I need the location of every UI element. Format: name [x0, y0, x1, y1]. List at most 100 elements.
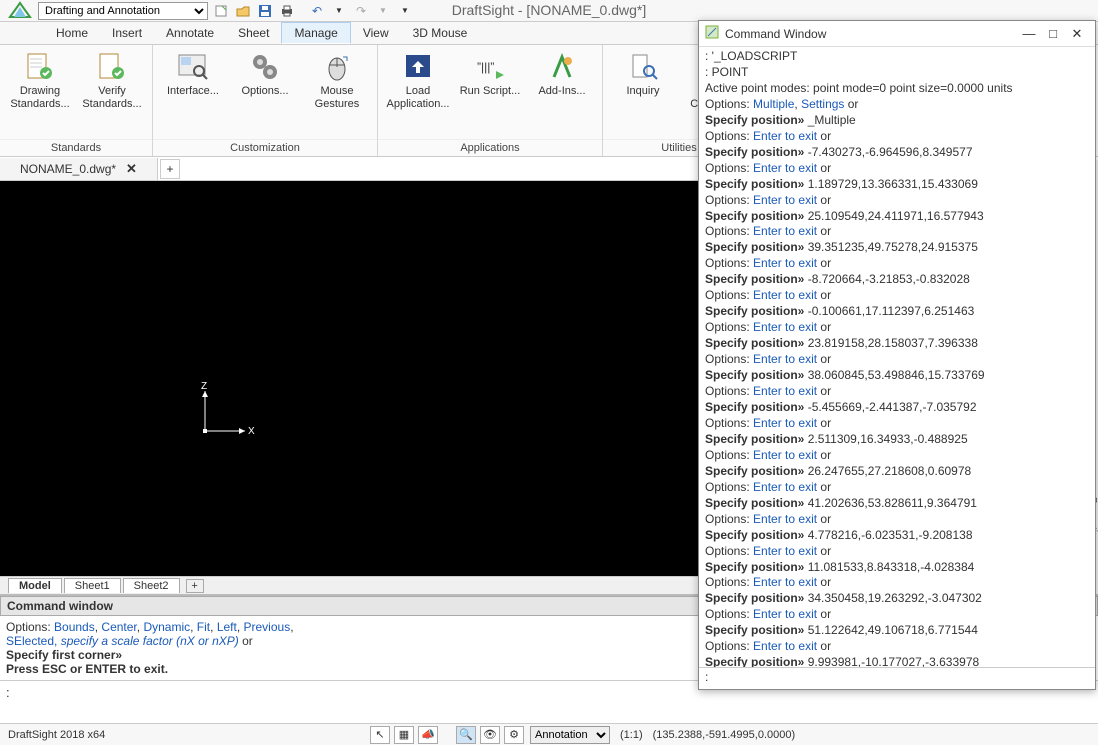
interface-icon: [177, 51, 209, 83]
opt-fit[interactable]: Fit: [197, 620, 210, 634]
undo-dropdown-icon[interactable]: ▼: [330, 2, 348, 20]
undo-icon[interactable]: ↶: [308, 2, 326, 20]
opt-enter-exit[interactable]: Enter to exit: [753, 161, 817, 175]
mouse-gestures-button[interactable]: Mouse Gestures: [303, 49, 371, 139]
opt-dynamic[interactable]: Dynamic: [143, 620, 190, 634]
redo-dropdown-icon[interactable]: ▼: [374, 2, 392, 20]
sb-annoauto-icon[interactable]: ⚙: [504, 726, 524, 744]
run-script-icon: ”|||”: [474, 51, 506, 83]
opt-enter-exit[interactable]: Enter to exit: [753, 193, 817, 207]
inquiry-button[interactable]: Inquiry: [609, 49, 677, 139]
opt-settings[interactable]: Settings: [801, 97, 844, 111]
workspace-select[interactable]: Drafting and Annotation: [38, 2, 208, 20]
menu-insert[interactable]: Insert: [100, 23, 154, 43]
minimize-icon[interactable]: —: [1017, 26, 1041, 41]
inquiry-icon: [627, 51, 659, 83]
opt-enter-exit[interactable]: Enter to exit: [753, 480, 817, 494]
opt-enter-exit[interactable]: Enter to exit: [753, 639, 817, 653]
sb-annovisible-icon[interactable]: 👁: [480, 726, 500, 744]
ribbon-group-label: Customization: [153, 139, 377, 156]
opt-enter-exit[interactable]: Enter to exit: [753, 320, 817, 334]
menu-home[interactable]: Home: [44, 23, 100, 43]
doc-tab[interactable]: NONAME_0.dwg* ✕: [0, 158, 158, 180]
cmd-line: Options: Enter to exit or: [705, 480, 1089, 496]
opt-left[interactable]: Left: [217, 620, 237, 634]
sb-announce-icon[interactable]: 📣: [418, 726, 438, 744]
menu-view[interactable]: View: [351, 23, 401, 43]
maximize-icon[interactable]: □: [1041, 26, 1065, 41]
options-button[interactable]: Options...: [231, 49, 299, 139]
add-sheet-button[interactable]: +: [186, 579, 204, 593]
sheet-tab-1[interactable]: Sheet1: [64, 578, 121, 593]
cmd-line: Specify position» 34.350458,19.263292,-3…: [705, 591, 1089, 607]
close-icon[interactable]: ✕: [126, 161, 137, 177]
cmd-line: Specify position» 23.819158,28.158037,7.…: [705, 336, 1089, 352]
opt-enter-exit[interactable]: Enter to exit: [753, 256, 817, 270]
drawing-standards-button[interactable]: Drawing Standards...: [6, 49, 74, 139]
sb-cursor-icon[interactable]: ↖: [370, 726, 390, 744]
sheet-tab-2[interactable]: Sheet2: [123, 578, 180, 593]
redo-icon[interactable]: ↷: [352, 2, 370, 20]
menu-manage[interactable]: Manage: [281, 22, 350, 44]
svg-text:Z: Z: [201, 381, 207, 392]
opt-enter-exit[interactable]: Enter to exit: [753, 607, 817, 621]
cmd-line: Specify position» 25.109549,24.411971,16…: [705, 209, 1089, 225]
svg-text:X: X: [248, 426, 255, 437]
sb-annoscale-icon[interactable]: 🔍: [456, 726, 476, 744]
load-application-button[interactable]: Load Application...: [384, 49, 452, 139]
ribbon-group-label: Standards: [0, 139, 152, 156]
new-icon[interactable]: [212, 2, 230, 20]
close-icon[interactable]: ✕: [1065, 26, 1089, 42]
run-script-button[interactable]: ”|||”Run Script...: [456, 49, 524, 139]
add-tab-button[interactable]: +: [160, 159, 180, 179]
menu-sheet[interactable]: Sheet: [226, 23, 281, 43]
opt-enter-exit[interactable]: Enter to exit: [753, 575, 817, 589]
menu-3dmouse[interactable]: 3D Mouse: [401, 23, 480, 43]
status-scale-select[interactable]: Annotation: [530, 726, 610, 744]
opt-enter-exit[interactable]: Enter to exit: [753, 288, 817, 302]
opt-scale[interactable]: specify a scale factor (nX or nXP): [61, 634, 239, 648]
cmd-line: Options: Enter to exit or: [705, 639, 1089, 655]
cmd-line: : POINT: [705, 65, 1089, 81]
app-title: DraftSight - [NONAME_0.dwg*]: [452, 2, 647, 18]
cmd-text: Options:: [6, 620, 54, 634]
opt-multiple[interactable]: Multiple: [753, 97, 794, 111]
opt-enter-exit[interactable]: Enter to exit: [753, 544, 817, 558]
opt-enter-exit[interactable]: Enter to exit: [753, 352, 817, 366]
cmd-line: Options: Enter to exit or: [705, 288, 1089, 304]
cmd-line: Specify position» 2.511309,16.34933,-0.4…: [705, 432, 1089, 448]
verify-standards-button[interactable]: Verify Standards...: [78, 49, 146, 139]
cmd-line: : '_LOADSCRIPT: [705, 49, 1089, 65]
opt-enter-exit[interactable]: Enter to exit: [753, 512, 817, 526]
floating-command-input[interactable]: :: [699, 667, 1095, 685]
sb-grid-icon[interactable]: ▦: [394, 726, 414, 744]
opt-center[interactable]: Center: [101, 620, 136, 634]
add-ins-button[interactable]: Add-Ins...: [528, 49, 596, 139]
opt-enter-exit[interactable]: Enter to exit: [753, 129, 817, 143]
ribbon-button-label: Inquiry: [626, 85, 659, 98]
opt-enter-exit[interactable]: Enter to exit: [753, 448, 817, 462]
opt-enter-exit[interactable]: Enter to exit: [753, 416, 817, 430]
opt-selected[interactable]: SElected,: [6, 634, 61, 648]
drawing-standards-icon: [24, 51, 56, 83]
opt-bounds[interactable]: Bounds: [54, 620, 95, 634]
cmd-line: Specify position» -8.720664,-3.21853,-0.…: [705, 272, 1089, 288]
ucs-icon: X Z: [195, 386, 255, 449]
cmd-prompt-text: Press ESC or ENTER to exit.: [6, 662, 168, 676]
menu-annotate[interactable]: Annotate: [154, 23, 226, 43]
interface-button[interactable]: Interface...: [159, 49, 227, 139]
opt-previous[interactable]: Previous: [244, 620, 291, 634]
save-icon[interactable]: [256, 2, 274, 20]
status-ratio: (1:1): [620, 729, 643, 741]
statusbar: DraftSight 2018 x64 ↖ ▦ 📣 🔍 👁 ⚙ Annotati…: [0, 723, 1098, 745]
qat-customize-icon[interactable]: ▼: [396, 2, 414, 20]
print-icon[interactable]: [278, 2, 296, 20]
ribbon-button-label: Add-Ins...: [538, 85, 585, 98]
opt-enter-exit[interactable]: Enter to exit: [753, 224, 817, 238]
ribbon-button-label: Options...: [241, 85, 288, 98]
open-icon[interactable]: [234, 2, 252, 20]
sheet-tab-model[interactable]: Model: [8, 578, 62, 593]
status-toggle-buttons: ↖ ▦ 📣 🔍 👁 ⚙: [370, 726, 524, 744]
floating-titlebar[interactable]: Command Window — □ ✕: [699, 21, 1095, 47]
opt-enter-exit[interactable]: Enter to exit: [753, 384, 817, 398]
